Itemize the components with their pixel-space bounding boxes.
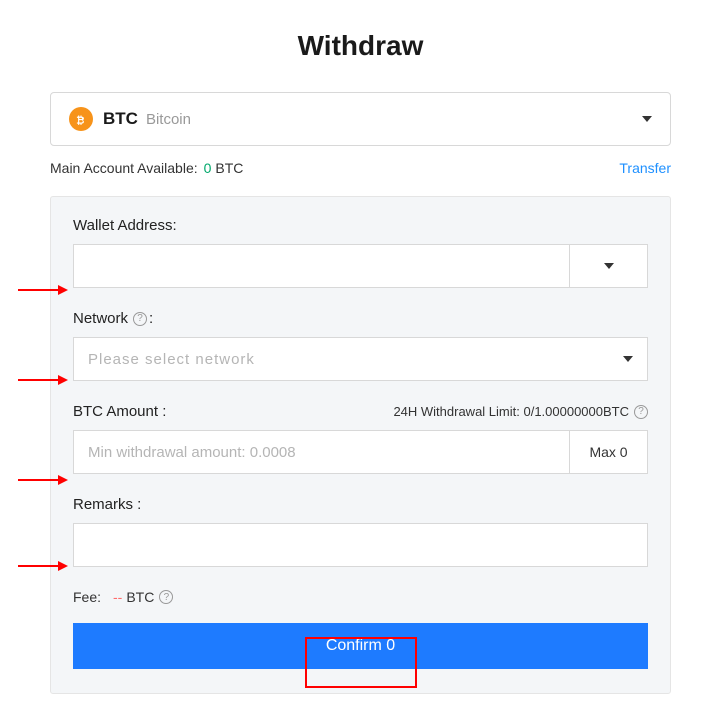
balance-row: Main Account Available: 0 BTC Transfer: [50, 160, 671, 176]
balance-value: 0: [204, 160, 212, 176]
coin-selector[interactable]: BTC Bitcoin: [50, 92, 671, 146]
coin-symbol: BTC: [103, 109, 138, 129]
remarks-label: Remarks :: [73, 496, 648, 513]
chevron-down-icon: [604, 263, 614, 269]
chevron-down-icon: [623, 356, 633, 362]
withdraw-form: Wallet Address: Network ? : Please selec…: [50, 196, 671, 694]
withdrawal-limit-text: 24H Withdrawal Limit: 0/1.00000000BTC ?: [393, 404, 648, 419]
fee-value: --: [113, 589, 122, 605]
fee-row: Fee: -- BTC ?: [73, 589, 648, 605]
help-icon[interactable]: ?: [634, 405, 648, 419]
wallet-address-input[interactable]: [73, 244, 570, 288]
chevron-down-icon: [642, 116, 652, 122]
balance-unit: BTC: [215, 160, 243, 176]
remarks-input[interactable]: [73, 523, 648, 567]
bitcoin-icon: [69, 107, 93, 131]
fee-label: Fee:: [73, 589, 101, 605]
fee-unit: BTC: [126, 589, 154, 605]
coin-name: Bitcoin: [146, 111, 642, 128]
help-icon[interactable]: ?: [133, 312, 147, 326]
balance-label: Main Account Available:: [50, 160, 198, 176]
amount-label: BTC Amount :: [73, 403, 166, 420]
help-icon[interactable]: ?: [159, 590, 173, 604]
network-label: Network ? :: [73, 310, 648, 327]
confirm-button[interactable]: Confirm 0: [73, 623, 648, 669]
max-button[interactable]: Max 0: [570, 430, 648, 474]
amount-input[interactable]: [73, 430, 570, 474]
transfer-link[interactable]: Transfer: [619, 160, 671, 176]
network-selector[interactable]: Please select network: [73, 337, 648, 381]
page-title: Withdraw: [50, 30, 671, 62]
wallet-address-label: Wallet Address:: [73, 217, 648, 234]
address-dropdown-button[interactable]: [570, 244, 648, 288]
network-placeholder: Please select network: [88, 351, 623, 368]
